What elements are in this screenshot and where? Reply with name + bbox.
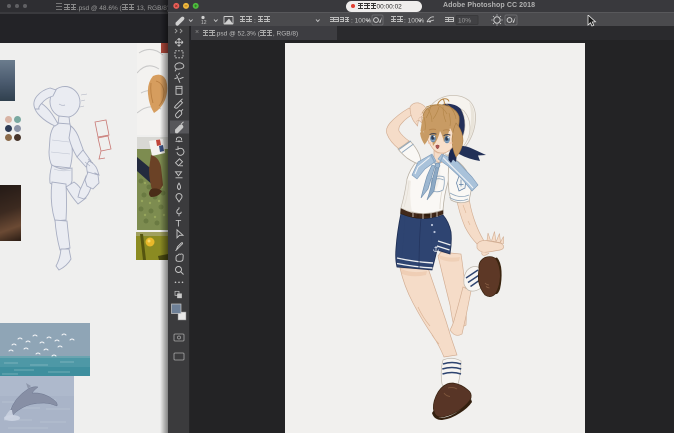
svg-text:: 100%: : 100% xyxy=(404,18,424,25)
svg-text:: 100%: : 100% xyxy=(351,18,371,25)
svg-text:10%: 10% xyxy=(458,18,471,25)
svg-text::: : xyxy=(254,18,256,25)
svg-text:T: T xyxy=(176,218,182,229)
